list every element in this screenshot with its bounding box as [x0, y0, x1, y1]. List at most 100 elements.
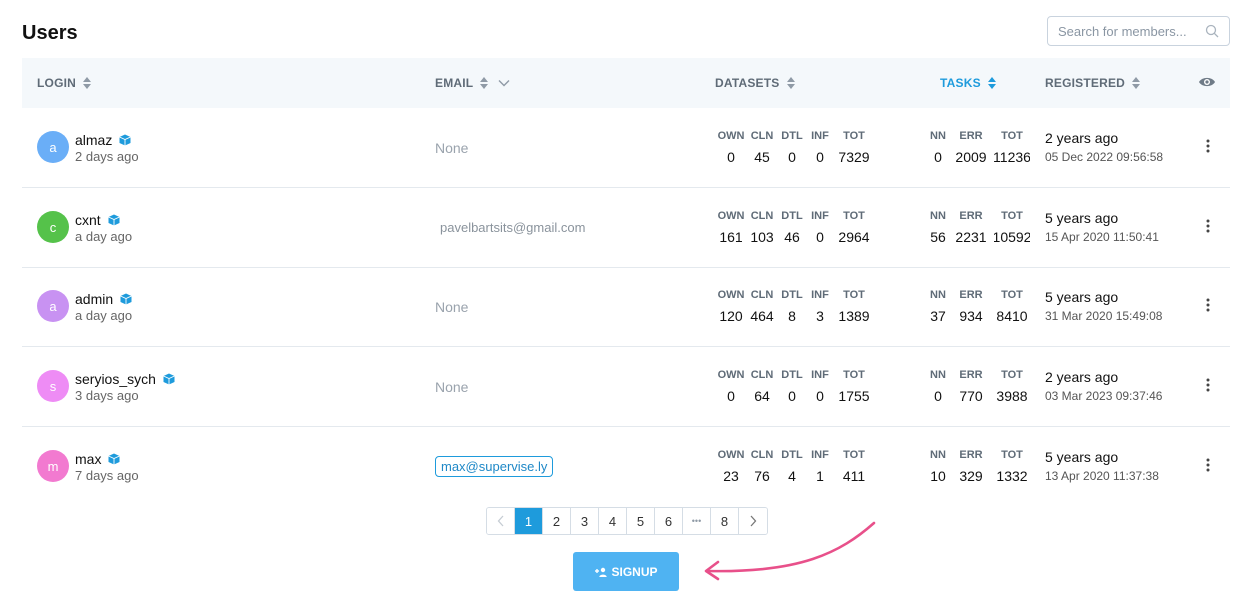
user-login-text[interactable]: almaz — [75, 132, 112, 148]
stat-value: 0 — [816, 149, 824, 165]
page-button-3[interactable]: 3 — [571, 508, 599, 534]
stat-value: 464 — [750, 308, 774, 324]
user-login-text[interactable]: admin — [75, 291, 113, 307]
table-row[interactable]: m max 7 days ago max@supervise.ly OWN 23 … — [22, 427, 1230, 507]
page-button-5[interactable]: 5 — [627, 508, 655, 534]
search-icon[interactable] — [1205, 24, 1219, 38]
email-tag[interactable]: max@supervise.ly — [435, 456, 554, 477]
column-header-tasks-label: TASKS — [940, 76, 981, 90]
stat-value: 11236 — [994, 149, 1030, 165]
stat-value: 2009 — [955, 149, 987, 165]
stat-label: ERR — [959, 369, 983, 381]
chevron-down-icon[interactable] — [497, 76, 511, 90]
column-header-registered[interactable]: REGISTERED — [1045, 58, 1141, 108]
page-button-1[interactable]: 1 — [515, 508, 543, 534]
stat-label: OWN — [717, 449, 745, 461]
avatar[interactable]: s — [37, 370, 69, 402]
table-row[interactable]: c cxnt a day ago pavelbartsits@gmail.com… — [22, 188, 1230, 268]
user-login[interactable]: almaz — [75, 132, 132, 148]
page-button-4[interactable]: 4 — [599, 508, 627, 534]
avatar[interactable]: a — [37, 290, 69, 322]
stat-value: 934 — [959, 308, 983, 324]
search-input[interactable] — [1048, 17, 1198, 45]
stat-value: 1389 — [838, 308, 870, 324]
sort-icon[interactable] — [987, 77, 997, 89]
stat-label: INF — [811, 369, 829, 381]
column-header-datasets[interactable]: DATASETS — [715, 58, 796, 108]
add-user-icon — [595, 567, 608, 577]
avatar[interactable]: m — [37, 450, 69, 482]
registered-relative: 2 years ago — [1045, 130, 1119, 146]
search-box[interactable] — [1047, 16, 1230, 46]
stat-value: 76 — [754, 468, 770, 484]
registered: 5 years ago 13 Apr 2020 11:37:38 — [1045, 449, 1159, 483]
last-seen: a day ago — [75, 229, 133, 244]
stat-label: ERR — [959, 210, 983, 222]
user-login[interactable]: seryios_sych — [75, 371, 175, 387]
stat-value: 770 — [959, 388, 983, 404]
stat-value: 103 — [750, 229, 774, 245]
stat-label: TOT — [843, 449, 865, 461]
stat-label: TOT — [1001, 210, 1023, 222]
eye-icon[interactable] — [1198, 75, 1216, 89]
stat-label: DTL — [781, 130, 803, 142]
page-button-2[interactable]: 2 — [543, 508, 571, 534]
more-vertical-icon[interactable] — [1206, 298, 1210, 312]
stat-label: CLN — [750, 449, 774, 461]
dataset-stats: OWN 120 CLN 464 DTL 8 INF 3 TOT 1389 — [718, 289, 877, 324]
stat-value: 0 — [934, 149, 942, 165]
user-login-text[interactable]: seryios_sych — [75, 371, 156, 387]
cube-icon — [108, 453, 121, 465]
page-button-6[interactable]: 6 — [655, 508, 683, 534]
signup-button[interactable]: SIGNUP — [573, 552, 679, 591]
stat-label: TOT — [843, 289, 865, 301]
sort-icon[interactable] — [480, 77, 489, 89]
user-login[interactable]: cxnt — [75, 212, 120, 228]
column-header-login[interactable]: LOGIN — [37, 58, 92, 108]
stat-label: DTL — [781, 449, 803, 461]
column-header-tasks[interactable]: TASKS — [940, 58, 997, 108]
user-login-text[interactable]: cxnt — [75, 212, 101, 228]
more-vertical-icon[interactable] — [1206, 139, 1210, 153]
dataset-stats: OWN 0 CLN 64 DTL 0 INF 0 TOT 1755 — [717, 369, 877, 404]
task-stats: NN 56 ERR 2231 TOT 10592 — [928, 210, 1036, 245]
stat-label: DTL — [781, 369, 803, 381]
registered-date: 03 Mar 2023 09:37:46 — [1045, 389, 1163, 403]
stat-label: INF — [811, 130, 829, 142]
avatar[interactable]: c — [37, 211, 69, 243]
column-header-email[interactable]: EMAIL — [435, 58, 511, 108]
more-vertical-icon[interactable] — [1206, 219, 1210, 233]
table-row[interactable]: a almaz 2 days ago None OWN 0 CLN 45 DTL 0 … — [22, 108, 1230, 188]
more-vertical-icon[interactable] — [1206, 458, 1210, 472]
task-stats: NN 10 ERR 329 TOT 1332 — [928, 449, 1036, 484]
table-row[interactable]: a admin a day ago None OWN 120 CLN 464 DTL… — [22, 267, 1230, 347]
column-header-datasets-label: DATASETS — [715, 76, 780, 90]
cube-icon — [108, 214, 120, 226]
stat-value: 0 — [816, 388, 824, 404]
sort-icon[interactable] — [786, 77, 796, 89]
dataset-stats: OWN 0 CLN 45 DTL 0 INF 0 TOT 7329 — [718, 130, 877, 165]
stat-label: DTL — [781, 210, 803, 222]
user-login[interactable]: max — [75, 451, 121, 467]
user-login[interactable]: admin — [75, 291, 132, 307]
page-title: Users — [22, 22, 78, 44]
email-value: None — [435, 140, 469, 156]
stat-label: INF — [811, 289, 829, 301]
stat-value: 10592 — [994, 229, 1030, 245]
stat-value: 8 — [788, 308, 796, 324]
prev-page-button[interactable] — [487, 508, 515, 534]
registered: 5 years ago 31 Mar 2020 15:49:08 — [1045, 289, 1162, 323]
email-value: pavelbartsits@gmail.com — [440, 220, 586, 235]
sort-icon[interactable] — [83, 77, 92, 89]
table-row[interactable]: s seryios_sych 3 days ago None OWN 0 CLN 6… — [22, 347, 1230, 427]
stat-value: 1755 — [838, 388, 870, 404]
stat-value: 56 — [930, 229, 946, 245]
sort-icon[interactable] — [1132, 77, 1141, 89]
stat-label: TOT — [1001, 449, 1023, 461]
avatar[interactable]: a — [37, 131, 69, 163]
stat-value: 0 — [934, 388, 942, 404]
user-login-text[interactable]: max — [75, 451, 101, 467]
email-value: None — [435, 379, 469, 395]
more-vertical-icon[interactable] — [1206, 378, 1210, 392]
stat-label: OWN — [717, 369, 745, 381]
